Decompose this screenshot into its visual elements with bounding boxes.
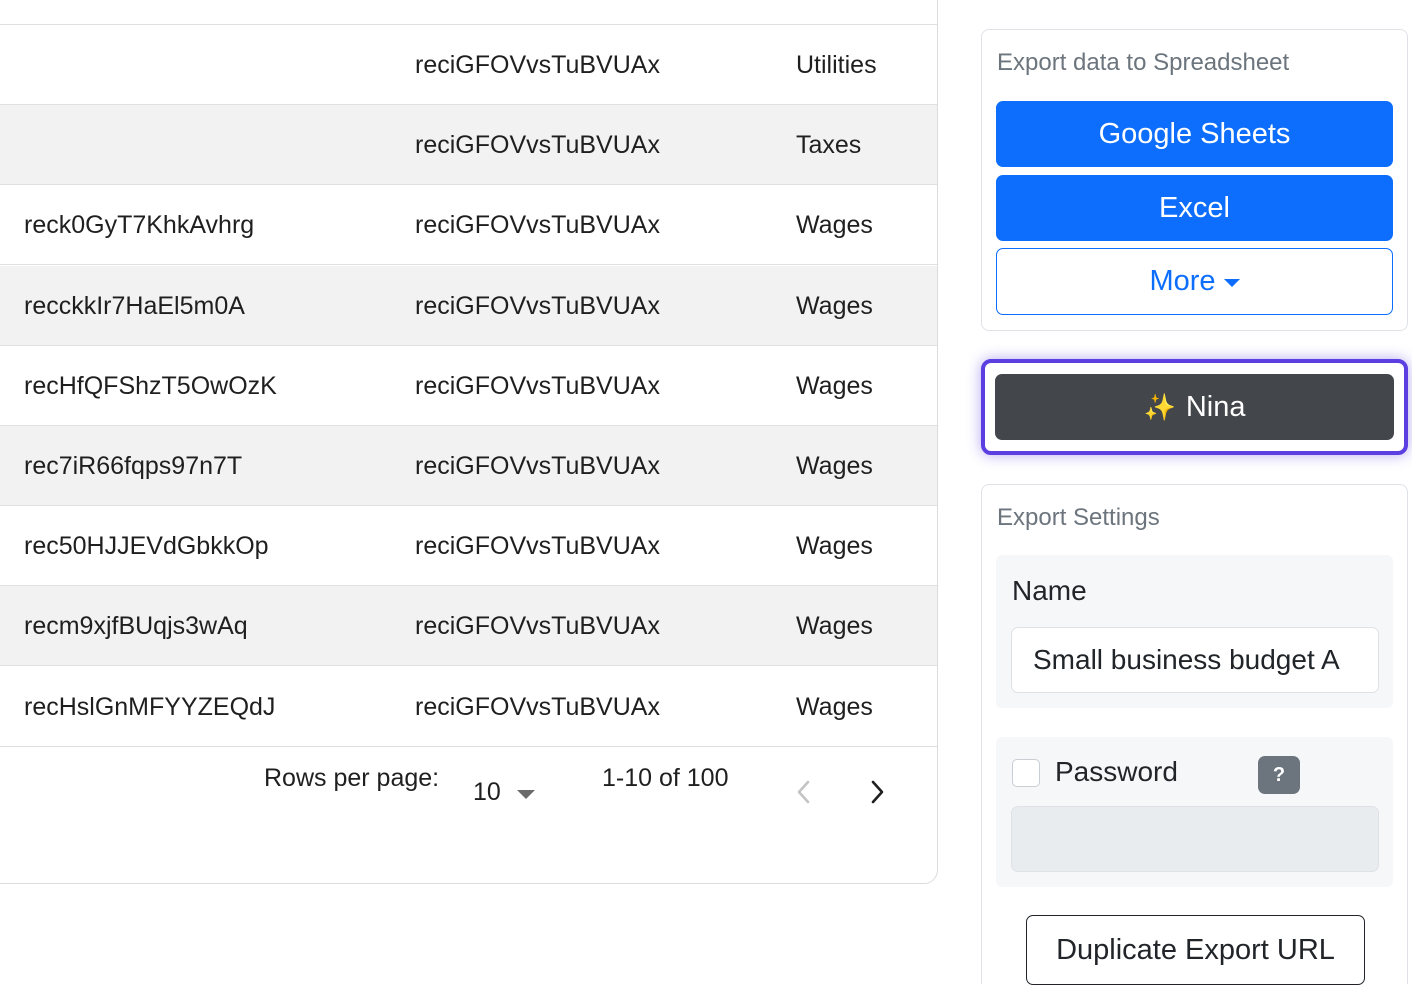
table-row[interactable]: recckkIr7HaEl5m0A reciGFOVvsTuBVUAx Wages [0,265,937,346]
reference-cell: reciGFOVvsTuBVUAx [415,452,660,480]
reference-cell: reciGFOVvsTuBVUAx [415,131,660,160]
record-id-cell: recHfQFShzT5OwOzK [24,371,277,400]
table-row[interactable]: rec7iR66fqps97n7T reciGFOVvsTuBVUAx Wages [0,426,937,506]
table-row[interactable]: recHfQFShzT5OwOzK reciGFOVvsTuBVUAx Wages [0,346,937,426]
records-table: reciGFOVvsTuBVUAx Utilities reciGFOVvsTuBV… [0,0,938,884]
category-cell: Wages [796,532,873,561]
record-id-cell: recHslGnMFYYZEQdJ [24,692,276,721]
category-cell: Wages [796,371,873,400]
table-row[interactable]: reciGFOVvsTuBVUAx Taxes [0,105,937,186]
reference-cell: reciGFOVvsTuBVUAx [415,692,660,721]
password-field-group: Password ? [996,737,1393,887]
nina-assistant-button[interactable]: ✨ Nina [995,374,1394,440]
more-button-label: More [1149,265,1216,297]
more-button[interactable]: More [996,248,1393,315]
export-settings-card: Export Settings Name Small business budg… [981,484,1408,985]
reference-cell: reciGFOVvsTuBVUAx [415,371,660,400]
record-id-cell: reck0GyT7KhkAvhrg [24,211,255,240]
record-id-cell: recckkIr7HaEl5m0A [24,291,245,320]
category-cell: Wages [796,612,873,641]
name-input[interactable]: Small business budget A [1011,627,1379,693]
export-card-title: Export data to Spreadsheet [997,49,1290,76]
export-settings-title: Export Settings [997,504,1160,531]
chevron-right-icon [871,780,884,804]
reference-cell: reciGFOVvsTuBVUAx [415,532,660,561]
reference-cell: reciGFOVvsTuBVUAx [415,612,660,641]
table-row[interactable]: rec50HJJEVdGbkkOp reciGFOVvsTuBVUAx Wages [0,506,937,587]
reference-cell: reciGFOVvsTuBVUAx [415,51,660,79]
category-cell: Wages [796,692,873,721]
google-sheets-button[interactable]: Google Sheets [996,101,1393,167]
help-icon[interactable]: ? [1258,756,1300,794]
reference-cell: reciGFOVvsTuBVUAx [415,291,660,320]
excel-button[interactable]: Excel [996,175,1393,241]
assistant-focus-ring: ✨ Nina [981,359,1408,455]
reference-cell: reciGFOVvsTuBVUAx [415,211,660,240]
name-field-group: Name Small business budget A [996,555,1393,708]
nina-button-label: Nina [1185,390,1246,423]
category-cell: Utilities [796,51,877,79]
next-page-button[interactable] [859,774,895,810]
pagination-range: 1-10 of 100 [602,764,729,792]
category-cell: Wages [796,211,873,240]
chevron-left-icon [797,780,810,804]
table-row[interactable]: recm9xjfBUqjs3wAq reciGFOVvsTuBVUAx Wages [0,586,937,667]
export-card: Export data to Spreadsheet Google Sheets… [981,29,1408,331]
record-id-cell: rec7iR66fqps97n7T [24,452,243,480]
caret-down-icon [516,790,535,799]
caret-down-icon [1223,278,1240,287]
category-cell: Wages [796,452,873,480]
table-row [0,0,937,25]
sparkles-icon: ✨ [1143,391,1176,422]
password-checkbox[interactable] [1012,759,1040,787]
password-label: Password [1055,756,1178,787]
rows-per-page-label: Rows per page: [264,764,440,792]
category-cell: Taxes [796,131,862,160]
record-id-cell: recm9xjfBUqjs3wAq [24,612,248,641]
duplicate-export-url-button[interactable]: Duplicate Export URL [1026,915,1365,985]
rows-per-page-value: 10 [473,778,501,806]
name-label: Name [1012,575,1087,606]
category-cell: Wages [796,291,873,320]
record-id-cell: rec50HJJEVdGbkkOp [24,532,269,561]
table-row[interactable]: reck0GyT7KhkAvhrg reciGFOVvsTuBVUAx Wages [0,185,937,266]
table-row[interactable]: reciGFOVvsTuBVUAx Utilities [0,25,937,105]
password-input[interactable] [1011,806,1379,872]
table-row[interactable]: recHslGnMFYYZEQdJ reciGFOVvsTuBVUAx Wages [0,667,937,747]
rows-per-page-select[interactable]: 10 [473,778,535,807]
pagination-bar: Rows per page: 10 1-10 of 100 [0,746,937,883]
previous-page-button[interactable] [786,774,822,810]
